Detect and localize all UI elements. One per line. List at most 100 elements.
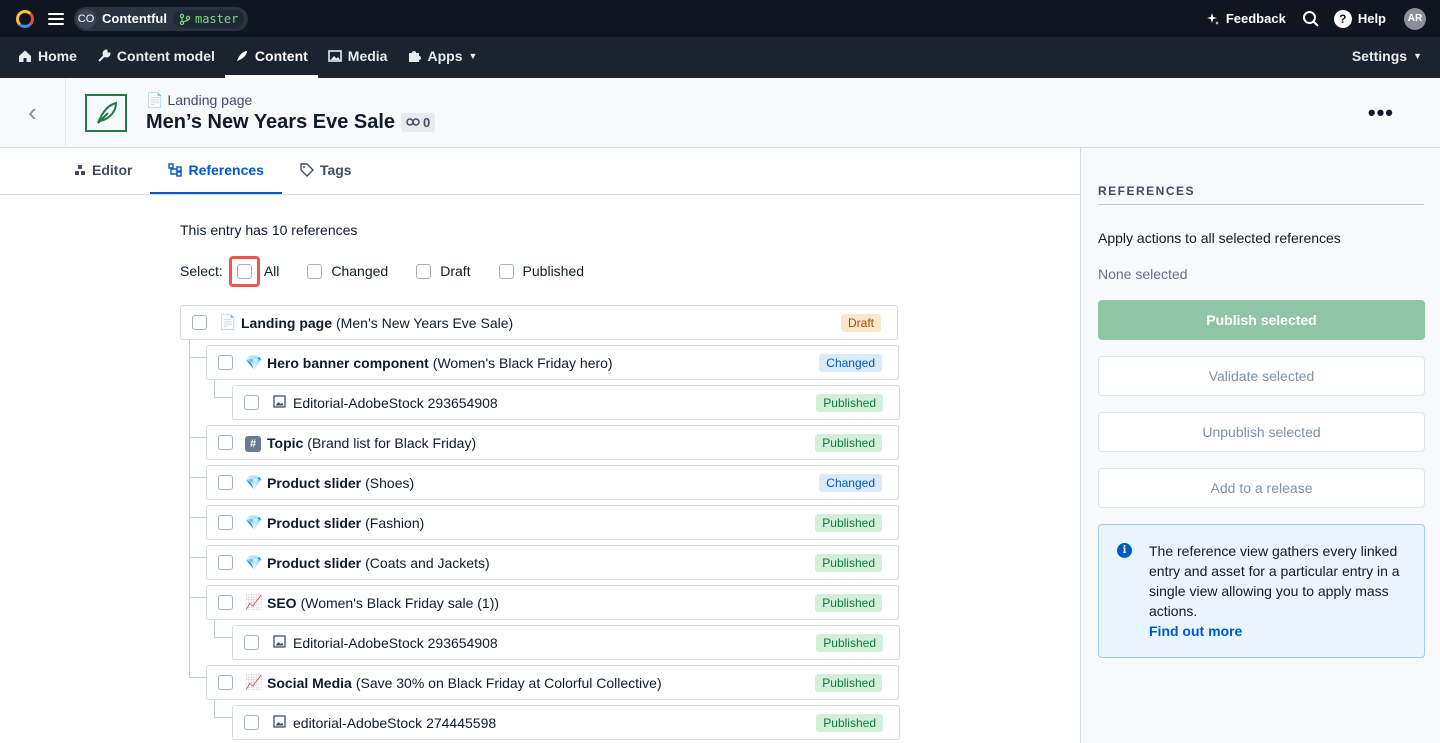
- info-note: i The reference view gathers every linke…: [1098, 524, 1425, 658]
- main-nav: Home Content model Content Media Apps ▼ …: [0, 37, 1440, 78]
- row-checkbox[interactable]: [244, 635, 259, 650]
- content-type-label: 📄 Landing page: [146, 92, 435, 109]
- user-avatar[interactable]: AR: [1404, 7, 1426, 30]
- find-out-more-link[interactable]: Find out more: [1149, 621, 1410, 641]
- reference-row[interactable]: 💎 Product slider (Fashion) Published: [206, 505, 899, 540]
- reference-row[interactable]: 📈 Social Media (Save 30% on Black Friday…: [206, 665, 899, 700]
- row-checkbox[interactable]: [218, 475, 233, 490]
- reference-row[interactable]: Editorial-AdobeStock 293654908 Published: [232, 385, 900, 420]
- select-changed-option[interactable]: Changed: [307, 263, 388, 279]
- row-checkbox[interactable]: [192, 315, 207, 330]
- row-title: (Women's Black Friday hero): [432, 354, 613, 371]
- tab-tags[interactable]: Tags: [282, 148, 370, 194]
- select-draft-checkbox[interactable]: [416, 263, 432, 279]
- nav-media[interactable]: Media: [318, 37, 398, 78]
- editor-icon: [75, 165, 85, 175]
- tab-editor[interactable]: Editor: [56, 148, 150, 194]
- chart-icon: 📈: [245, 594, 263, 610]
- nav-home[interactable]: Home: [8, 37, 87, 78]
- space-avatar: CO: [76, 8, 96, 29]
- gem-icon: 💎: [245, 354, 263, 370]
- select-draft-option[interactable]: Draft: [416, 263, 471, 279]
- nav-apps-label: Apps: [427, 48, 463, 64]
- tree-connector: [214, 620, 215, 638]
- feather-icon: [236, 51, 247, 61]
- select-all-checkbox[interactable]: [236, 263, 252, 279]
- reference-row[interactable]: 💎 Product slider (Shoes) Changed: [206, 465, 899, 500]
- image-icon: [271, 634, 287, 651]
- tree-connector: [189, 357, 206, 358]
- select-published-checkbox[interactable]: [498, 263, 514, 279]
- feedback-label: Feedback: [1225, 11, 1286, 26]
- select-label: Select:: [180, 263, 223, 279]
- environment-badge[interactable]: master: [172, 9, 245, 28]
- tree-connector: [189, 340, 190, 678]
- nav-content[interactable]: Content: [224, 37, 318, 78]
- contentful-logo[interactable]: [16, 9, 34, 28]
- chart-icon: 📈: [245, 674, 263, 690]
- references-sidebar: REFERENCES Apply actions to all selected…: [1080, 148, 1440, 743]
- select-changed-checkbox[interactable]: [307, 263, 323, 279]
- nav-media-label: Media: [347, 48, 388, 64]
- row-checkbox[interactable]: [218, 555, 233, 570]
- nav-settings-label: Settings: [1351, 48, 1408, 64]
- select-all-option[interactable]: All: [228, 255, 279, 287]
- row-title: (Brand list for Black Friday): [307, 434, 477, 451]
- row-checkbox[interactable]: [218, 515, 233, 530]
- unpublish-selected-button[interactable]: Unpublish selected: [1098, 412, 1425, 452]
- row-checkbox[interactable]: [218, 435, 233, 450]
- tree-connector: [214, 717, 232, 718]
- content-type-name: Landing page: [167, 92, 253, 108]
- tree-connector: [214, 397, 232, 398]
- highlight-box: [228, 255, 260, 287]
- row-type: Social Media: [267, 674, 352, 691]
- info-icon: i: [1117, 543, 1132, 558]
- space-switcher[interactable]: CO Contentful master: [74, 6, 249, 31]
- reference-row[interactable]: 💎 Product slider (Coats and Jackets) Pub…: [206, 545, 899, 580]
- status-badge: Published: [816, 634, 883, 652]
- reference-row[interactable]: Editorial-AdobeStock 293654908 Published: [232, 625, 900, 660]
- select-filters: Select: All Changed Draft Published: [180, 255, 612, 287]
- help-button[interactable]: ? Help: [1333, 9, 1386, 28]
- reference-row[interactable]: 📈 SEO (Women's Black Friday sale (1)) Pu…: [206, 585, 899, 620]
- row-checkbox[interactable]: [218, 675, 233, 690]
- status-badge: Published: [816, 394, 883, 412]
- feedback-button[interactable]: Feedback: [1206, 11, 1286, 26]
- status-badge: Published: [815, 674, 882, 692]
- tab-references-label: References: [188, 162, 264, 178]
- link-icon: [406, 118, 420, 126]
- validate-selected-button[interactable]: Validate selected: [1098, 356, 1425, 396]
- row-type: Product slider: [267, 514, 362, 531]
- nav-settings[interactable]: Settings ▼: [1342, 37, 1432, 78]
- row-title: Editorial-AdobeStock 293654908: [293, 634, 498, 651]
- reference-row[interactable]: # Topic (Brand list for Black Friday) Pu…: [206, 425, 899, 460]
- tab-editor-label: Editor: [92, 162, 133, 178]
- add-to-release-button[interactable]: Add to a release: [1098, 468, 1425, 508]
- incoming-links-badge[interactable]: 0: [401, 112, 436, 132]
- tree-connector: [189, 437, 206, 438]
- nav-content-model[interactable]: Content model: [87, 37, 225, 78]
- more-options-icon[interactable]: •••: [1368, 100, 1394, 126]
- gem-icon: 💎: [245, 554, 263, 570]
- status-badge: Published: [815, 594, 882, 612]
- reference-row[interactable]: 📄 Landing page (Men’s New Years Eve Sale…: [180, 305, 898, 340]
- reference-row[interactable]: 💎 Hero banner component (Women's Black F…: [206, 345, 899, 380]
- reference-row[interactable]: editorial-AdobeStock 274445598 Published: [232, 705, 900, 740]
- menu-icon[interactable]: [48, 12, 64, 25]
- tab-references[interactable]: References: [150, 148, 282, 194]
- select-published-option[interactable]: Published: [498, 263, 584, 279]
- row-checkbox[interactable]: [218, 595, 233, 610]
- row-checkbox[interactable]: [218, 355, 233, 370]
- puzzle-icon: [409, 51, 422, 62]
- home-icon: [19, 50, 31, 62]
- nav-apps[interactable]: Apps ▼: [397, 37, 487, 78]
- row-checkbox[interactable]: [244, 715, 259, 730]
- search-button[interactable]: [1302, 10, 1320, 28]
- space-name: Contentful: [102, 11, 167, 26]
- back-button[interactable]: ‹: [0, 77, 66, 148]
- row-checkbox[interactable]: [244, 395, 259, 410]
- select-draft-label: Draft: [440, 263, 471, 279]
- row-type: Landing page: [241, 314, 332, 331]
- publish-selected-button[interactable]: Publish selected: [1098, 300, 1425, 340]
- entry-feather-icon: [85, 93, 127, 132]
